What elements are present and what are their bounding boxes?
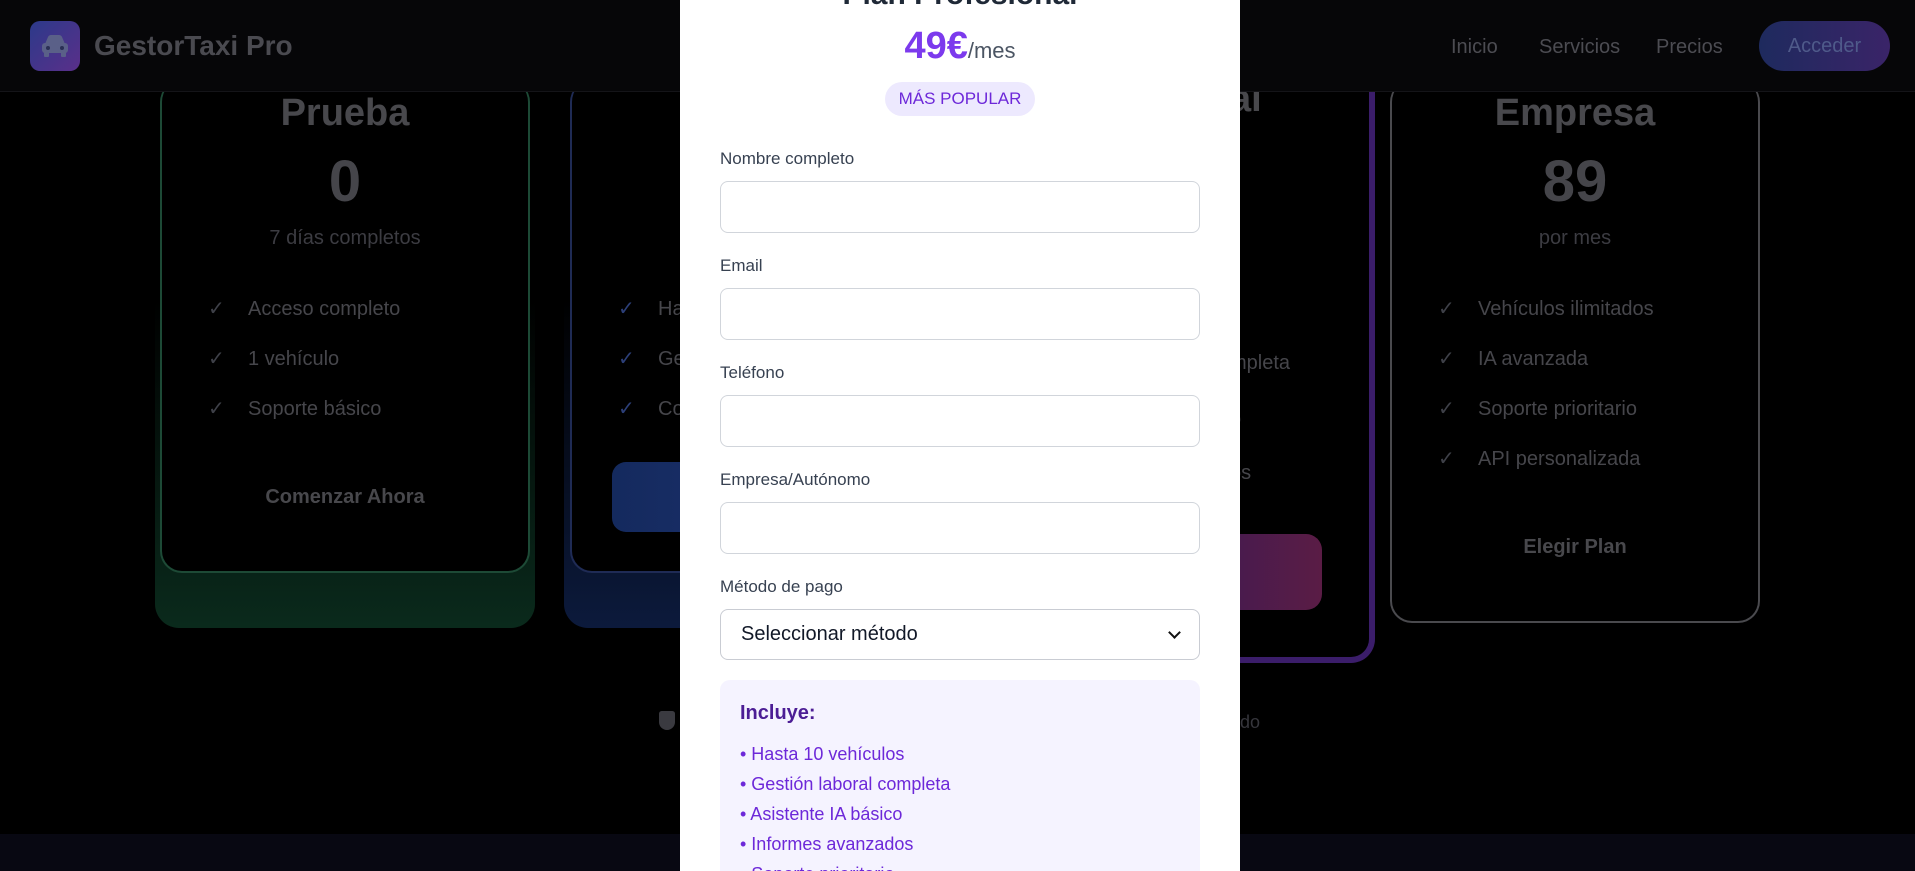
check-icon: ✓ — [618, 298, 635, 320]
name-label: Nombre completo — [720, 149, 855, 168]
feature-item: ✓ IA avanzada — [1438, 348, 1589, 370]
feature-item: ✓ Ge — [618, 348, 685, 370]
card-title: Empresa — [1494, 92, 1656, 134]
payment-method-value: Seleccionar método — [741, 623, 918, 645]
payment-method-label: Método de pago — [720, 577, 843, 596]
price-period: /mes — [967, 38, 1016, 63]
includes-item: • Hasta 10 vehículos — [740, 744, 905, 764]
check-icon: ✓ — [618, 348, 635, 370]
full-name-input[interactable] — [720, 181, 1200, 233]
includes-item: • Gestión laboral completa — [740, 774, 951, 794]
feature-item: ✓ Co — [618, 398, 684, 420]
includes-item: • Informes avanzados — [740, 834, 914, 854]
feature-item: ✓ Soporte prioritario — [1438, 398, 1637, 420]
pricing-card-enterprise: Empresa 89 por mes ✓ Vehículos ilimitados… — [1390, 80, 1760, 623]
choose-plan-button[interactable]: Elegir Plan — [1392, 536, 1758, 559]
popular-badge: MÁS POPULAR — [885, 82, 1035, 116]
check-icon: ✓ — [208, 398, 225, 420]
includes-item: • Asistente IA básico — [740, 804, 903, 824]
check-icon: ✓ — [618, 398, 635, 420]
check-icon: ✓ — [1438, 398, 1455, 420]
card-price: 89 — [1542, 149, 1608, 214]
taxi-icon — [42, 35, 68, 57]
card-subtitle: 7 días completos — [269, 227, 421, 249]
chevron-down-icon — [1168, 626, 1181, 639]
company-label: Empresa/Autónomo — [720, 470, 871, 489]
check-icon: ✓ — [208, 348, 225, 370]
feature-item: ✓ Ha — [618, 298, 684, 320]
price-amount: 49€ — [904, 25, 968, 67]
check-icon: ✓ — [1438, 348, 1455, 370]
includes-item: • Soporte prioritario — [740, 859, 1180, 871]
check-icon: ✓ — [1438, 298, 1455, 320]
taxi-logo[interactable] — [30, 21, 80, 71]
brand-name: GestorTaxi Pro — [94, 30, 293, 61]
signup-modal: Plan Profesional 49€/mes MÁS POPULAR Nom… — [680, 0, 1240, 871]
card-subtitle: por mes — [1538, 227, 1612, 249]
card-price: 0 — [328, 149, 362, 214]
phone-input[interactable] — [720, 395, 1200, 447]
phone-label: Teléfono — [720, 363, 785, 382]
check-icon: ✓ — [208, 298, 225, 320]
company-input[interactable] — [720, 502, 1200, 554]
modal-price: 49€/mes — [680, 25, 1240, 68]
feature-item: ✓ 1 vehículo — [208, 348, 340, 370]
feature-item: ✓ Acceso completo — [208, 298, 401, 320]
nav-link-inicio[interactable]: Inicio — [1451, 36, 1498, 59]
email-input[interactable] — [720, 288, 1200, 340]
pricing-card-trial: Prueba 0 7 días completos ✓ Acceso comple… — [160, 80, 530, 573]
check-icon: ✓ — [1438, 448, 1455, 470]
feature-item: ✓ API personalizada — [1438, 448, 1641, 470]
start-now-button[interactable]: Comenzar Ahora — [162, 486, 528, 509]
card-title: Prueba — [280, 92, 410, 134]
modal-plan-title: Plan Profesional — [680, 0, 1240, 12]
includes-box: Incluye: • Hasta 10 vehículos • Gestión … — [720, 680, 1200, 871]
feature-item: ✓ Vehículos ilimitados — [1438, 298, 1654, 320]
trust-text-fragment: do — [1240, 712, 1261, 732]
payment-method-select[interactable]: Seleccionar método — [720, 609, 1200, 660]
nav-link-servicios[interactable]: Servicios — [1539, 36, 1620, 59]
email-label: Email — [720, 256, 763, 275]
feature-item: ✓ Soporte básico — [208, 398, 382, 420]
login-button[interactable]: Acceder — [1759, 21, 1890, 71]
nav-link-precios[interactable]: Precios — [1656, 36, 1723, 59]
shield-icon — [659, 711, 675, 730]
includes-title: Incluye: — [740, 702, 816, 724]
